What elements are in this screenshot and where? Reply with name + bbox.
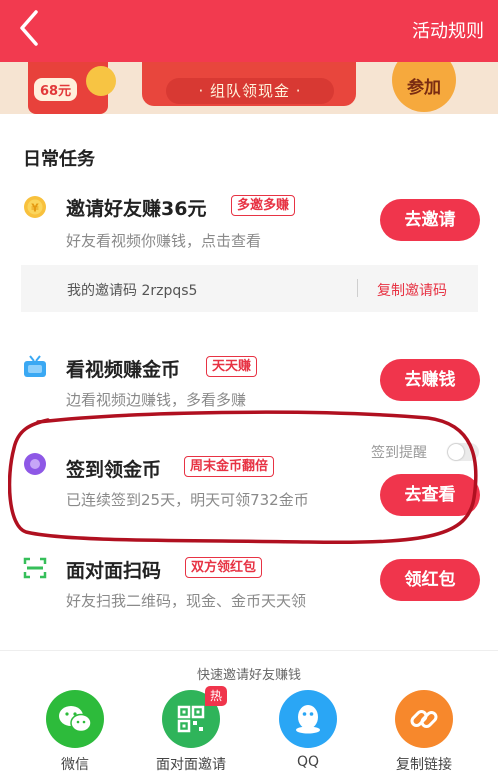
section-title: 日常任务 [23,149,95,170]
task-sub-video: 边看视频边赚钱，多看多赚 [66,391,247,409]
copy-invite-code-button[interactable]: 复制邀请码 [377,280,447,300]
carousel-dots [237,107,263,113]
svg-text:¥: ¥ [31,202,39,215]
banner-subtitle: · 组队领现金 · [166,78,334,104]
task-tag-video: 天天赚 [206,356,258,377]
task-sub-signin: 已连续签到25天，明天可领732金币 [66,491,309,509]
coin-icon: ¥ [23,195,47,219]
top-bar: 活动规则 [0,0,498,62]
task-tag-invite: 多邀多赚 [231,195,296,216]
divider [357,279,358,297]
banner-amount: 68元 [34,78,78,101]
earn-money-button[interactable]: 去赚钱 [380,359,480,401]
scan-icon [23,556,47,580]
tv-icon [23,355,47,379]
task-title-scan: 面对面扫码 [66,560,162,582]
task-title-video: 看视频赚金币 [66,359,181,381]
task-tag-signin: 周末金币翻倍 [184,456,275,477]
signin-reminder-label: 签到提醒 [371,445,427,461]
share-wechat-label: 微信 [61,757,89,773]
signin-icon [23,452,47,476]
invite-code-text: 我的邀请码 2rzpqs5 [67,283,198,299]
share-qq-button[interactable]: QQ [263,690,353,770]
back-icon[interactable] [10,6,50,50]
coin-image [86,66,116,96]
team-cash-banner[interactable]: 68元 · 组队领现金 · 参加 [0,62,498,114]
banner-join-button[interactable]: 参加 [392,62,456,112]
task-sub-scan: 好友扫我二维码，现金、金币天天领 [66,592,307,610]
task-sub-invite: 好友看视频你赚钱，点击查看 [66,232,262,250]
qq-icon [279,690,337,748]
share-wechat-button[interactable]: 微信 [30,690,120,774]
view-signin-button[interactable]: 去查看 [380,474,480,516]
share-panel-title: 快速邀请好友赚钱 [196,668,301,683]
get-red-packet-button[interactable]: 领红包 [380,559,480,601]
activity-rules-link[interactable]: 活动规则 [412,17,484,43]
link-icon [395,690,453,748]
invite-button[interactable]: 去邀请 [380,199,480,241]
task-title-signin: 签到领金币 [66,459,162,481]
share-copy-link-label: 复制链接 [396,757,452,773]
invite-code-bar: 我的邀请码 2rzpqs5 复制邀请码 [21,265,478,312]
task-title-invite: 邀请好友赚36元 [66,198,207,220]
share-copy-link-button[interactable]: 复制链接 [379,690,469,774]
hot-badge: 热 [205,686,227,706]
wechat-icon [46,690,104,748]
share-face-to-face-label: 面对面邀请 [156,757,226,773]
signin-reminder-toggle[interactable] [447,443,479,461]
share-qq-label: QQ [296,754,320,770]
task-tag-scan: 双方领红包 [185,557,263,578]
